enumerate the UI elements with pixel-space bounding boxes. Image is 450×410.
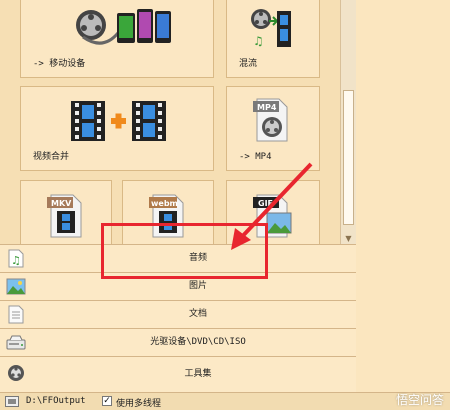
watermark: 悟空问答 bbox=[395, 393, 444, 407]
scroll-down-icon[interactable]: ▼ bbox=[343, 234, 354, 244]
category-document[interactable]: 文档 bbox=[0, 300, 356, 328]
tile-video-join[interactable]: 视频合并 bbox=[20, 86, 214, 171]
category-label-toolbox: 工具集 bbox=[184, 369, 212, 379]
svg-text:♫: ♫ bbox=[11, 254, 21, 267]
gear-toolbox-icon bbox=[8, 365, 24, 381]
tile-label-video-join: 视频合并 bbox=[33, 152, 70, 162]
mux-icon: ♫ bbox=[251, 9, 291, 48]
tile-to-mkv[interactable]: MKV bbox=[20, 180, 112, 246]
category-label-document: 文档 bbox=[188, 309, 207, 319]
scrollbar-thumb[interactable] bbox=[343, 90, 354, 225]
tile-mux[interactable]: ♫ 混流 bbox=[226, 0, 320, 78]
tile-label-mobile-device: -> 移动设备 bbox=[33, 59, 86, 69]
category-toolbox[interactable]: 工具集 bbox=[0, 356, 356, 392]
tile-label-mux: 混流 bbox=[239, 59, 258, 69]
landscape-picture-icon bbox=[6, 278, 26, 295]
multithread-checkbox[interactable]: ✓ bbox=[102, 396, 112, 406]
mkv-file-icon: MKV bbox=[47, 194, 82, 238]
output-folder-icon[interactable] bbox=[5, 396, 19, 407]
annotation-arrow bbox=[231, 162, 313, 250]
multithread-label[interactable]: 使用多线程 bbox=[116, 396, 161, 409]
output-path[interactable]: D:\FFOutput bbox=[26, 396, 86, 406]
document-icon bbox=[8, 305, 24, 324]
mobile-device-icon bbox=[76, 9, 171, 45]
mp4-file-icon: MP4 bbox=[253, 98, 288, 142]
grid-scrollbar[interactable]: ▼ bbox=[340, 0, 356, 246]
music-file-icon: ♫ bbox=[8, 249, 24, 268]
mkv-badge-text: MKV bbox=[51, 199, 72, 208]
webm-badge-text: webm bbox=[151, 199, 178, 208]
tile-to-mp4[interactable]: MP4 -> MP4 bbox=[226, 86, 320, 171]
category-label-optical-drive: 光驱设备\DVD\CD\ISO bbox=[150, 337, 246, 347]
optical-drive-icon bbox=[6, 335, 26, 350]
mp4-badge-text: MP4 bbox=[257, 103, 277, 112]
tile-mobile-device[interactable]: -> 移动设备 bbox=[20, 0, 214, 78]
svg-text:♫: ♫ bbox=[253, 34, 264, 48]
status-bar: D:\FFOutput ✓ 使用多线程 悟空问答 bbox=[0, 392, 450, 410]
category-optical-drive[interactable]: 光驱设备\DVD\CD\ISO bbox=[0, 328, 356, 356]
video-join-icon bbox=[71, 101, 166, 141]
